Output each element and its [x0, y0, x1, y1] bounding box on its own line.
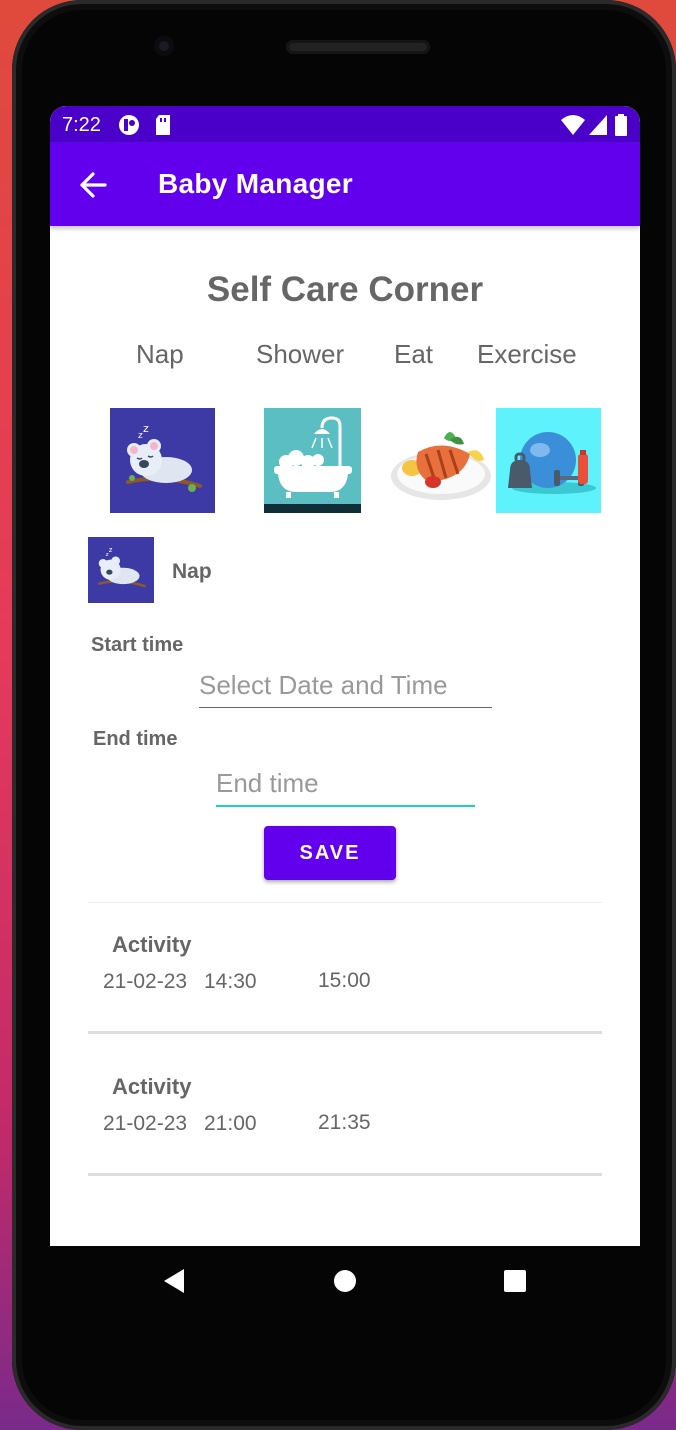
cell-signal-icon	[589, 115, 607, 135]
front-camera	[154, 36, 174, 56]
category-label-exercise: Exercise	[477, 339, 577, 369]
start-time-input[interactable]	[199, 670, 492, 708]
sd-card-icon	[156, 115, 170, 135]
shower-image-button[interactable]	[264, 408, 361, 513]
notification-app-icon	[119, 115, 139, 135]
back-triangle-icon[interactable]	[162, 1268, 186, 1294]
end-time-input[interactable]	[216, 768, 475, 807]
sleeping-koala-image: z z	[88, 537, 154, 603]
save-button[interactable]: SAVE	[264, 826, 396, 880]
system-nav-bar	[50, 1246, 640, 1316]
activity-date: 21-02-23	[103, 970, 188, 993]
activity-start-time: 21:00	[204, 1112, 257, 1135]
activity-end-time: 15:00	[318, 969, 371, 992]
selected-activity-thumbnail: z z	[88, 537, 154, 603]
category-label-shower: Shower	[256, 339, 345, 369]
home-circle-icon[interactable]	[333, 1268, 357, 1294]
sleeping-koala-image: z z	[110, 408, 215, 513]
page-title: Self Care Corner	[206, 270, 484, 309]
activity-date: 21-02-23	[103, 1112, 188, 1135]
app-title: Baby Manager	[158, 168, 353, 199]
list-divider	[88, 902, 602, 903]
bathtub-shower-image	[264, 408, 361, 513]
back-arrow-icon[interactable]	[78, 170, 108, 200]
status-time: 7:22	[62, 114, 101, 136]
wifi-icon	[561, 115, 585, 135]
category-label-nap: Nap	[136, 339, 184, 369]
category-label-eat: Eat	[394, 339, 434, 369]
activity-end-time: 21:35	[318, 1111, 371, 1134]
activity-title: Activity	[112, 1074, 192, 1099]
app-bar: Baby Manager	[50, 142, 640, 226]
app-screen: 7:22 Baby Manager Self Care Corner Nap S…	[50, 106, 640, 1246]
end-time-label: End time	[93, 728, 178, 750]
status-bar: 7:22	[50, 106, 640, 142]
activity-title: Activity	[112, 932, 192, 957]
earpiece-speaker	[286, 40, 430, 54]
salmon-plate-image	[391, 432, 491, 500]
recents-square-icon[interactable]	[503, 1268, 527, 1294]
selected-activity-label: Nap	[172, 560, 212, 583]
gym-equipment-image	[496, 408, 601, 513]
battery-icon	[615, 114, 627, 136]
row-separator	[88, 1031, 602, 1034]
exercise-image-button[interactable]	[496, 408, 601, 513]
row-separator	[88, 1173, 602, 1176]
activity-start-time: 14:30	[204, 970, 257, 993]
start-time-label: Start time	[91, 634, 184, 656]
svg-text:z: z	[143, 422, 149, 435]
nap-image-button[interactable]: z z	[110, 408, 215, 513]
eat-image-button[interactable]	[388, 408, 494, 513]
svg-text:z: z	[109, 546, 113, 554]
